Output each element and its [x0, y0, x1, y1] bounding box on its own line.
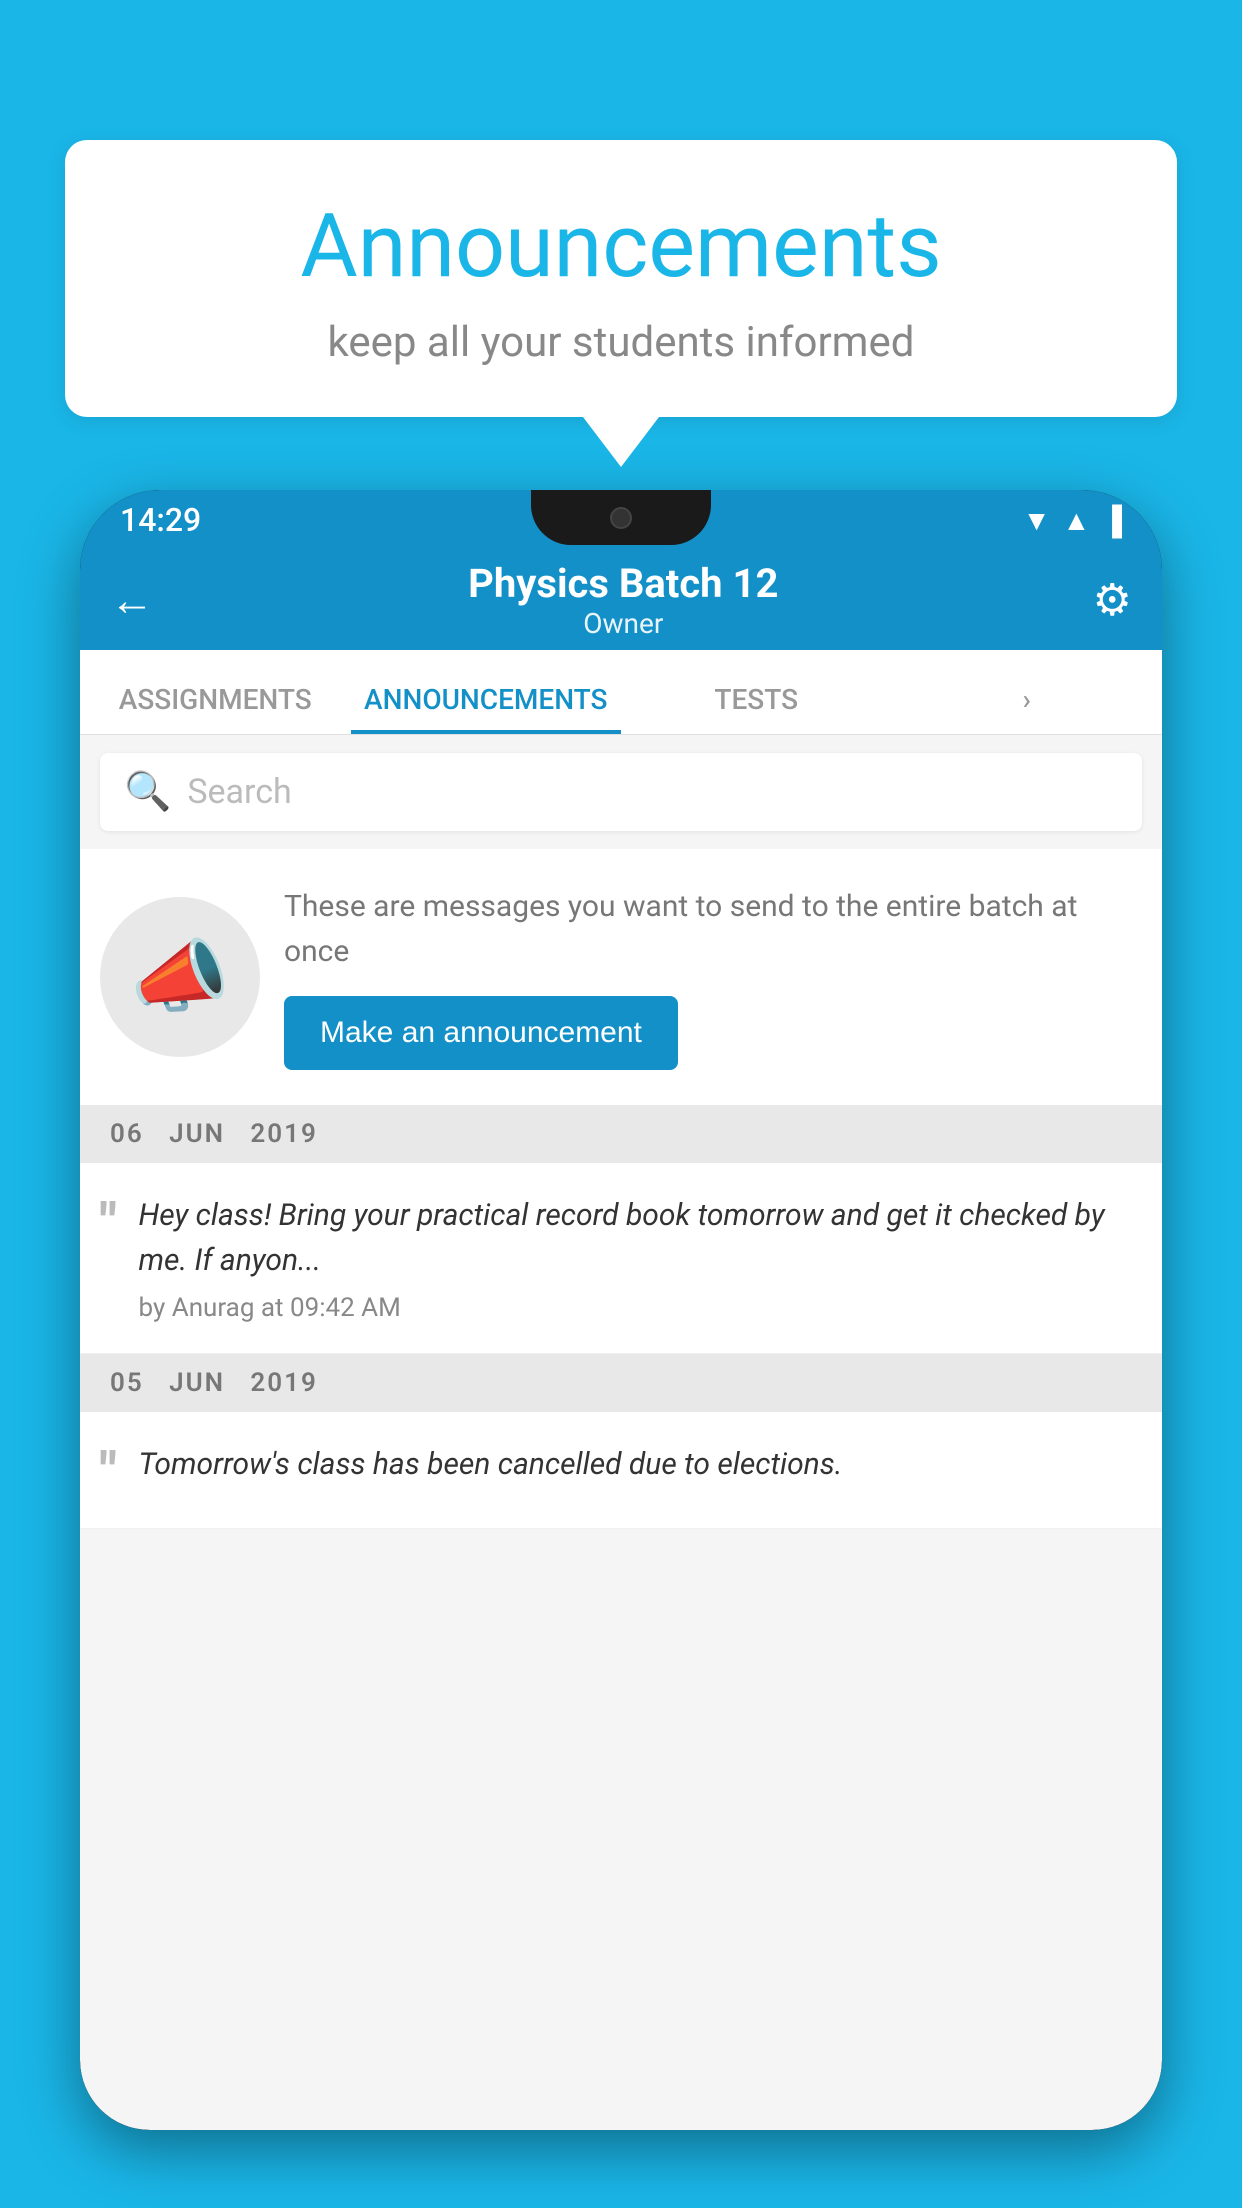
- phone-inner: 14:29 ▼ ▲ ▐ ← Physics Batch 12 Owner ⚙ A…: [80, 490, 1162, 2130]
- content-area: 🔍 Search 📣 These are messages you want t…: [80, 735, 1162, 2130]
- speech-bubble: Announcements keep all your students inf…: [65, 140, 1177, 417]
- front-camera: [610, 507, 632, 529]
- speech-bubble-title: Announcements: [125, 195, 1117, 298]
- quote-icon-2: ": [100, 1446, 117, 1498]
- announcement-body-1: Hey class! Bring your practical record b…: [139, 1193, 1132, 1323]
- notch: [531, 490, 711, 545]
- search-bar[interactable]: 🔍 Search: [100, 753, 1142, 831]
- app-bar-title-block: Physics Batch 12 Owner: [154, 560, 1093, 640]
- prompt-right: These are messages you want to send to t…: [284, 884, 1132, 1070]
- speech-bubble-wrapper: Announcements keep all your students inf…: [65, 140, 1177, 467]
- settings-icon[interactable]: ⚙: [1093, 574, 1132, 626]
- app-bar-subtitle: Owner: [154, 607, 1093, 640]
- announcement-text-2: Tomorrow's class has been cancelled due …: [139, 1442, 1132, 1487]
- prompt-description: These are messages you want to send to t…: [284, 884, 1132, 974]
- announcement-item-2[interactable]: " Tomorrow's class has been cancelled du…: [80, 1412, 1162, 1529]
- speech-bubble-arrow: [583, 417, 659, 467]
- status-icons: ▼ ▲ ▐: [1023, 504, 1122, 537]
- phone-outer: 14:29 ▼ ▲ ▐ ← Physics Batch 12 Owner ⚙ A…: [80, 490, 1162, 2130]
- make-announcement-button[interactable]: Make an announcement: [284, 996, 678, 1070]
- tab-announcements[interactable]: ANNOUNCEMENTS: [351, 683, 622, 734]
- announcement-body-2: Tomorrow's class has been cancelled due …: [139, 1442, 1132, 1497]
- date-divider-1: 06 JUN 2019: [80, 1105, 1162, 1163]
- announcement-meta-1: by Anurag at 09:42 AM: [139, 1293, 1132, 1323]
- announcement-item-1[interactable]: " Hey class! Bring your practical record…: [80, 1163, 1162, 1354]
- announcement-text-1: Hey class! Bring your practical record b…: [139, 1193, 1132, 1283]
- status-time: 14:29: [120, 501, 201, 539]
- app-bar-title: Physics Batch 12: [154, 560, 1093, 607]
- signal-icon: ▲: [1062, 504, 1090, 537]
- tab-more[interactable]: ›: [892, 683, 1163, 734]
- speech-bubble-subtitle: keep all your students informed: [125, 318, 1117, 367]
- battery-icon: ▐: [1102, 504, 1122, 537]
- tab-assignments[interactable]: ASSIGNMENTS: [80, 683, 351, 734]
- tabs-bar: ASSIGNMENTS ANNOUNCEMENTS TESTS ›: [80, 650, 1162, 735]
- wifi-icon: ▼: [1023, 504, 1051, 537]
- search-input[interactable]: Search: [187, 772, 291, 812]
- back-button[interactable]: ←: [110, 574, 154, 626]
- megaphone-icon: 📣: [130, 930, 230, 1024]
- date-divider-2: 05 JUN 2019: [80, 1354, 1162, 1412]
- search-icon: 🔍: [124, 770, 171, 814]
- app-bar: ← Physics Batch 12 Owner ⚙: [80, 550, 1162, 650]
- megaphone-circle: 📣: [100, 897, 260, 1057]
- announcement-prompt: 📣 These are messages you want to send to…: [80, 849, 1162, 1105]
- quote-icon-1: ": [100, 1197, 117, 1249]
- phone-wrapper: 14:29 ▼ ▲ ▐ ← Physics Batch 12 Owner ⚙ A…: [80, 490, 1162, 2208]
- tab-tests[interactable]: TESTS: [621, 683, 892, 734]
